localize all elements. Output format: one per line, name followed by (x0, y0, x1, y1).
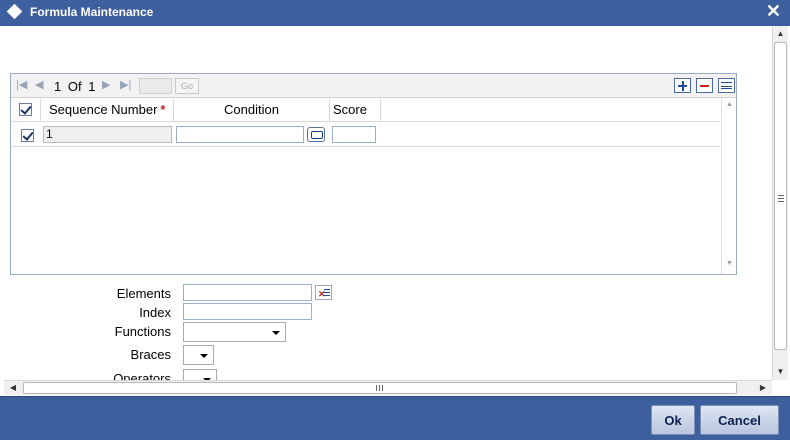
of-label: Of (67, 79, 82, 94)
vertical-scroll-thumb[interactable] (774, 42, 787, 350)
braces-label: Braces (130, 347, 171, 362)
grid-scroll-up-icon[interactable]: ▲ (722, 101, 737, 108)
grid-header: Sequence Number * Condition Score (11, 99, 720, 122)
scroll-up-icon[interactable]: ▲ (773, 27, 788, 41)
header-sequence-number-label: Sequence Number (49, 102, 158, 117)
total-pages: 1 (88, 79, 96, 94)
condition-field[interactable] (176, 126, 304, 143)
condition-lov-icon[interactable] (307, 127, 325, 142)
add-row-icon[interactable] (674, 78, 691, 93)
horizontal-grip-icon (376, 385, 383, 391)
window-title: Formula Maintenance (30, 5, 154, 19)
elements-field[interactable] (183, 284, 312, 301)
page-number-input[interactable] (139, 78, 172, 94)
ok-button[interactable]: Ok (651, 405, 695, 435)
row-checkbox[interactable] (21, 129, 34, 142)
operators-label: Operators (113, 371, 171, 380)
elements-line-2-icon (324, 292, 330, 293)
header-sequence-number: Sequence Number * (41, 99, 174, 121)
scroll-left-icon[interactable]: ◀ (6, 381, 20, 395)
next-page-icon[interactable]: ▶ (102, 78, 110, 91)
header-condition: Condition (174, 99, 330, 121)
chevron-down-icon (200, 354, 208, 358)
index-label: Index (139, 305, 171, 320)
scroll-right-icon[interactable]: ▶ (756, 381, 770, 395)
header-checkbox-cell (11, 99, 41, 121)
score-field[interactable] (332, 126, 376, 143)
header-score: Score (330, 99, 381, 121)
close-icon[interactable]: ✕ (766, 1, 781, 21)
page-info: 1 Of 1 (54, 79, 98, 94)
elements-line-3-icon (324, 295, 330, 296)
table-row: 1 (11, 123, 720, 147)
previous-page-icon[interactable]: ◀ (35, 78, 43, 91)
formula-grid: |◀ ◀ 1 Of 1 ▶ ▶| Go Sequence Number * Con… (10, 73, 737, 275)
go-button[interactable]: Go (175, 78, 199, 94)
grid-toolbar: |◀ ◀ 1 Of 1 ▶ ▶| Go (11, 74, 736, 98)
vertical-scrollbar[interactable]: ▲ ▼ (772, 26, 788, 380)
horizontal-scrollbar[interactable]: ◀ ▶ (4, 380, 772, 395)
grid-scroll-down-icon[interactable]: ▼ (722, 260, 737, 267)
horizontal-scroll-thumb[interactable] (23, 382, 737, 394)
required-mark: * (160, 102, 166, 117)
elements-x-glyph-icon: ✕ (318, 289, 326, 299)
elements-line-1-icon (324, 289, 330, 290)
vertical-grip-icon (778, 195, 784, 202)
first-page-icon[interactable]: |◀ (16, 78, 27, 91)
index-field[interactable] (183, 303, 312, 320)
elements-list-icon[interactable]: ✕ (315, 285, 332, 300)
last-page-icon[interactable]: ▶| (120, 78, 131, 91)
chevron-down-icon (272, 331, 280, 335)
title-bar: Formula Maintenance ✕ (0, 0, 790, 26)
window-diamond-icon (6, 3, 23, 20)
sequence-number-field[interactable]: 1 (43, 126, 172, 143)
delete-row-icon[interactable] (696, 78, 713, 93)
functions-label: Functions (114, 324, 171, 339)
footer-bar: Ok Cancel (0, 396, 790, 440)
functions-select[interactable] (183, 322, 286, 342)
scroll-down-icon[interactable]: ▼ (773, 365, 788, 379)
operators-select[interactable] (183, 369, 217, 380)
single-view-icon[interactable] (718, 78, 735, 93)
braces-select[interactable] (183, 345, 214, 365)
grid-vertical-scrollbar[interactable]: ▲ ▼ (721, 99, 736, 274)
cancel-button[interactable]: Cancel (700, 405, 779, 435)
current-page: 1 (54, 79, 62, 94)
main-content: |◀ ◀ 1 Of 1 ▶ ▶| Go Sequence Number * Con… (4, 26, 772, 380)
select-all-checkbox[interactable] (19, 103, 32, 116)
elements-label: Elements (116, 286, 171, 301)
